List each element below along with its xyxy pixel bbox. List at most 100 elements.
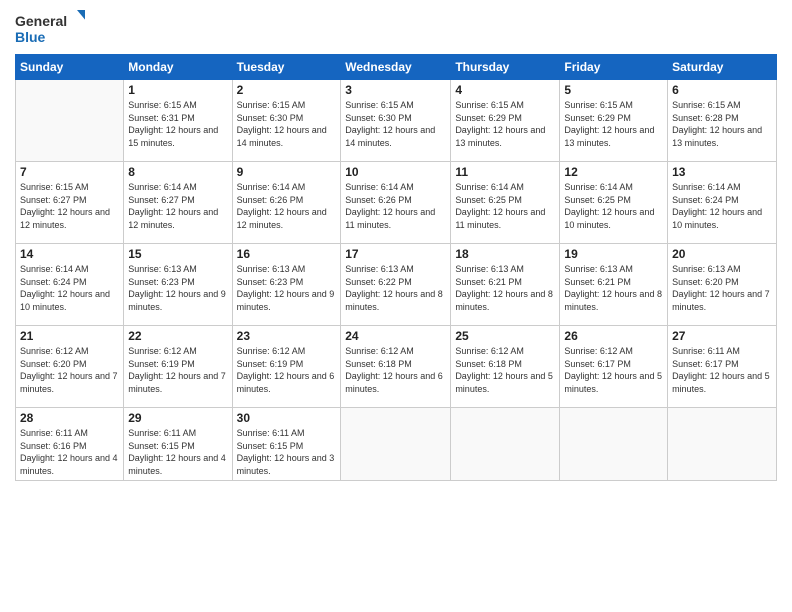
day-number: 27 (672, 329, 772, 343)
day-info: Sunrise: 6:15 AM Sunset: 6:30 PM Dayligh… (237, 99, 337, 149)
weekday-monday: Monday (124, 55, 232, 80)
calendar-cell: 22 Sunrise: 6:12 AM Sunset: 6:19 PM Dayli… (124, 326, 232, 408)
page: General Blue SundayMondayTuesdayWednesda… (0, 0, 792, 612)
calendar-cell: 5 Sunrise: 6:15 AM Sunset: 6:29 PM Daylig… (560, 80, 668, 162)
calendar-cell: 9Sunrise: 6:14 AM Sunset: 6:26 PM Daylig… (232, 162, 341, 244)
calendar-cell: 3 Sunrise: 6:15 AM Sunset: 6:30 PM Daylig… (341, 80, 451, 162)
calendar-cell: 7 Sunrise: 6:15 AM Sunset: 6:27 PM Daylig… (16, 162, 124, 244)
day-info: Sunrise: 6:14 AM Sunset: 6:25 PM Dayligh… (564, 181, 663, 231)
calendar-cell: 30 Sunrise: 6:11 AM Sunset: 6:15 PM Dayli… (232, 408, 341, 481)
day-info: Sunrise: 6:13 AM Sunset: 6:22 PM Dayligh… (345, 263, 446, 313)
calendar-cell: 28 Sunrise: 6:11 AM Sunset: 6:16 PM Dayli… (16, 408, 124, 481)
day-info: Sunrise: 6:15 AM Sunset: 6:27 PM Dayligh… (20, 181, 119, 231)
weekday-wednesday: Wednesday (341, 55, 451, 80)
day-number: 30 (237, 411, 337, 425)
calendar-cell (341, 408, 451, 481)
day-number: 1 (128, 83, 227, 97)
calendar-cell: 23 Sunrise: 6:12 AM Sunset: 6:19 PM Dayli… (232, 326, 341, 408)
calendar-cell: 13 Sunrise: 6:14 AM Sunset: 6:24 PM Dayli… (668, 162, 777, 244)
day-number: 14 (20, 247, 119, 261)
week-row-2: 7 Sunrise: 6:15 AM Sunset: 6:27 PM Daylig… (16, 162, 777, 244)
day-number: 5 (564, 83, 663, 97)
day-number: 12 (564, 165, 663, 179)
day-info: Sunrise: 6:14 AM Sunset: 6:27 PM Dayligh… (128, 181, 227, 231)
day-info: Sunrise: 6:12 AM Sunset: 6:18 PM Dayligh… (345, 345, 446, 395)
header: General Blue (15, 10, 777, 48)
day-number: 10 (345, 165, 446, 179)
day-info: Sunrise: 6:13 AM Sunset: 6:23 PM Dayligh… (237, 263, 337, 313)
calendar-table: SundayMondayTuesdayWednesdayThursdayFrid… (15, 54, 777, 481)
calendar-cell: 6 Sunrise: 6:15 AM Sunset: 6:28 PM Daylig… (668, 80, 777, 162)
calendar-cell: 12 Sunrise: 6:14 AM Sunset: 6:25 PM Dayli… (560, 162, 668, 244)
day-info: Sunrise: 6:14 AM Sunset: 6:24 PM Dayligh… (672, 181, 772, 231)
day-info: Sunrise: 6:13 AM Sunset: 6:21 PM Dayligh… (564, 263, 663, 313)
calendar-cell: 15Sunrise: 6:13 AM Sunset: 6:23 PM Dayli… (124, 244, 232, 326)
calendar-cell: 11Sunrise: 6:14 AM Sunset: 6:25 PM Dayli… (451, 162, 560, 244)
day-number: 29 (128, 411, 227, 425)
day-number: 13 (672, 165, 772, 179)
day-info: Sunrise: 6:12 AM Sunset: 6:17 PM Dayligh… (564, 345, 663, 395)
day-number: 3 (345, 83, 446, 97)
day-info: Sunrise: 6:15 AM Sunset: 6:30 PM Dayligh… (345, 99, 446, 149)
weekday-thursday: Thursday (451, 55, 560, 80)
calendar-cell: 26 Sunrise: 6:12 AM Sunset: 6:17 PM Dayli… (560, 326, 668, 408)
calendar-cell: 25 Sunrise: 6:12 AM Sunset: 6:18 PM Dayli… (451, 326, 560, 408)
calendar-cell: 19 Sunrise: 6:13 AM Sunset: 6:21 PM Dayli… (560, 244, 668, 326)
calendar-cell: 16 Sunrise: 6:13 AM Sunset: 6:23 PM Dayli… (232, 244, 341, 326)
day-info: Sunrise: 6:11 AM Sunset: 6:15 PM Dayligh… (128, 427, 227, 477)
day-number: 17 (345, 247, 446, 261)
calendar-cell: 21 Sunrise: 6:12 AM Sunset: 6:20 PM Dayli… (16, 326, 124, 408)
day-number: 7 (20, 165, 119, 179)
day-number: 6 (672, 83, 772, 97)
calendar-cell (451, 408, 560, 481)
day-info: Sunrise: 6:13 AM Sunset: 6:21 PM Dayligh… (455, 263, 555, 313)
logo-svg: General Blue (15, 10, 85, 48)
week-row-5: 28 Sunrise: 6:11 AM Sunset: 6:16 PM Dayli… (16, 408, 777, 481)
day-info: Sunrise: 6:15 AM Sunset: 6:29 PM Dayligh… (455, 99, 555, 149)
calendar-cell: 27 Sunrise: 6:11 AM Sunset: 6:17 PM Dayli… (668, 326, 777, 408)
day-info: Sunrise: 6:12 AM Sunset: 6:18 PM Dayligh… (455, 345, 555, 395)
day-number: 23 (237, 329, 337, 343)
svg-text:General: General (15, 13, 67, 29)
day-info: Sunrise: 6:14 AM Sunset: 6:25 PM Dayligh… (455, 181, 555, 231)
day-info: Sunrise: 6:12 AM Sunset: 6:19 PM Dayligh… (128, 345, 227, 395)
day-number: 25 (455, 329, 555, 343)
day-number: 16 (237, 247, 337, 261)
week-row-3: 14Sunrise: 6:14 AM Sunset: 6:24 PM Dayli… (16, 244, 777, 326)
day-number: 28 (20, 411, 119, 425)
day-info: Sunrise: 6:15 AM Sunset: 6:28 PM Dayligh… (672, 99, 772, 149)
day-number: 24 (345, 329, 446, 343)
day-info: Sunrise: 6:11 AM Sunset: 6:17 PM Dayligh… (672, 345, 772, 395)
day-info: Sunrise: 6:12 AM Sunset: 6:19 PM Dayligh… (237, 345, 337, 395)
calendar-cell: 8 Sunrise: 6:14 AM Sunset: 6:27 PM Daylig… (124, 162, 232, 244)
day-info: Sunrise: 6:15 AM Sunset: 6:29 PM Dayligh… (564, 99, 663, 149)
day-number: 20 (672, 247, 772, 261)
calendar-cell: 17 Sunrise: 6:13 AM Sunset: 6:22 PM Dayli… (341, 244, 451, 326)
day-number: 22 (128, 329, 227, 343)
calendar-cell: 10Sunrise: 6:14 AM Sunset: 6:26 PM Dayli… (341, 162, 451, 244)
day-number: 9 (237, 165, 337, 179)
day-number: 21 (20, 329, 119, 343)
calendar-cell: 2 Sunrise: 6:15 AM Sunset: 6:30 PM Daylig… (232, 80, 341, 162)
day-info: Sunrise: 6:15 AM Sunset: 6:31 PM Dayligh… (128, 99, 227, 149)
day-number: 4 (455, 83, 555, 97)
day-info: Sunrise: 6:13 AM Sunset: 6:23 PM Dayligh… (128, 263, 227, 313)
day-number: 26 (564, 329, 663, 343)
day-number: 8 (128, 165, 227, 179)
day-info: Sunrise: 6:12 AM Sunset: 6:20 PM Dayligh… (20, 345, 119, 395)
day-info: Sunrise: 6:11 AM Sunset: 6:16 PM Dayligh… (20, 427, 119, 477)
calendar-cell: 1 Sunrise: 6:15 AM Sunset: 6:31 PM Daylig… (124, 80, 232, 162)
week-row-4: 21 Sunrise: 6:12 AM Sunset: 6:20 PM Dayli… (16, 326, 777, 408)
svg-text:Blue: Blue (15, 29, 46, 45)
day-number: 18 (455, 247, 555, 261)
week-row-1: 1 Sunrise: 6:15 AM Sunset: 6:31 PM Daylig… (16, 80, 777, 162)
day-number: 2 (237, 83, 337, 97)
calendar-cell: 18 Sunrise: 6:13 AM Sunset: 6:21 PM Dayli… (451, 244, 560, 326)
day-info: Sunrise: 6:11 AM Sunset: 6:15 PM Dayligh… (237, 427, 337, 477)
weekday-header-row: SundayMondayTuesdayWednesdayThursdayFrid… (16, 55, 777, 80)
calendar-cell: 20Sunrise: 6:13 AM Sunset: 6:20 PM Dayli… (668, 244, 777, 326)
weekday-saturday: Saturday (668, 55, 777, 80)
day-number: 19 (564, 247, 663, 261)
calendar-cell: 29 Sunrise: 6:11 AM Sunset: 6:15 PM Dayli… (124, 408, 232, 481)
logo: General Blue (15, 10, 85, 48)
